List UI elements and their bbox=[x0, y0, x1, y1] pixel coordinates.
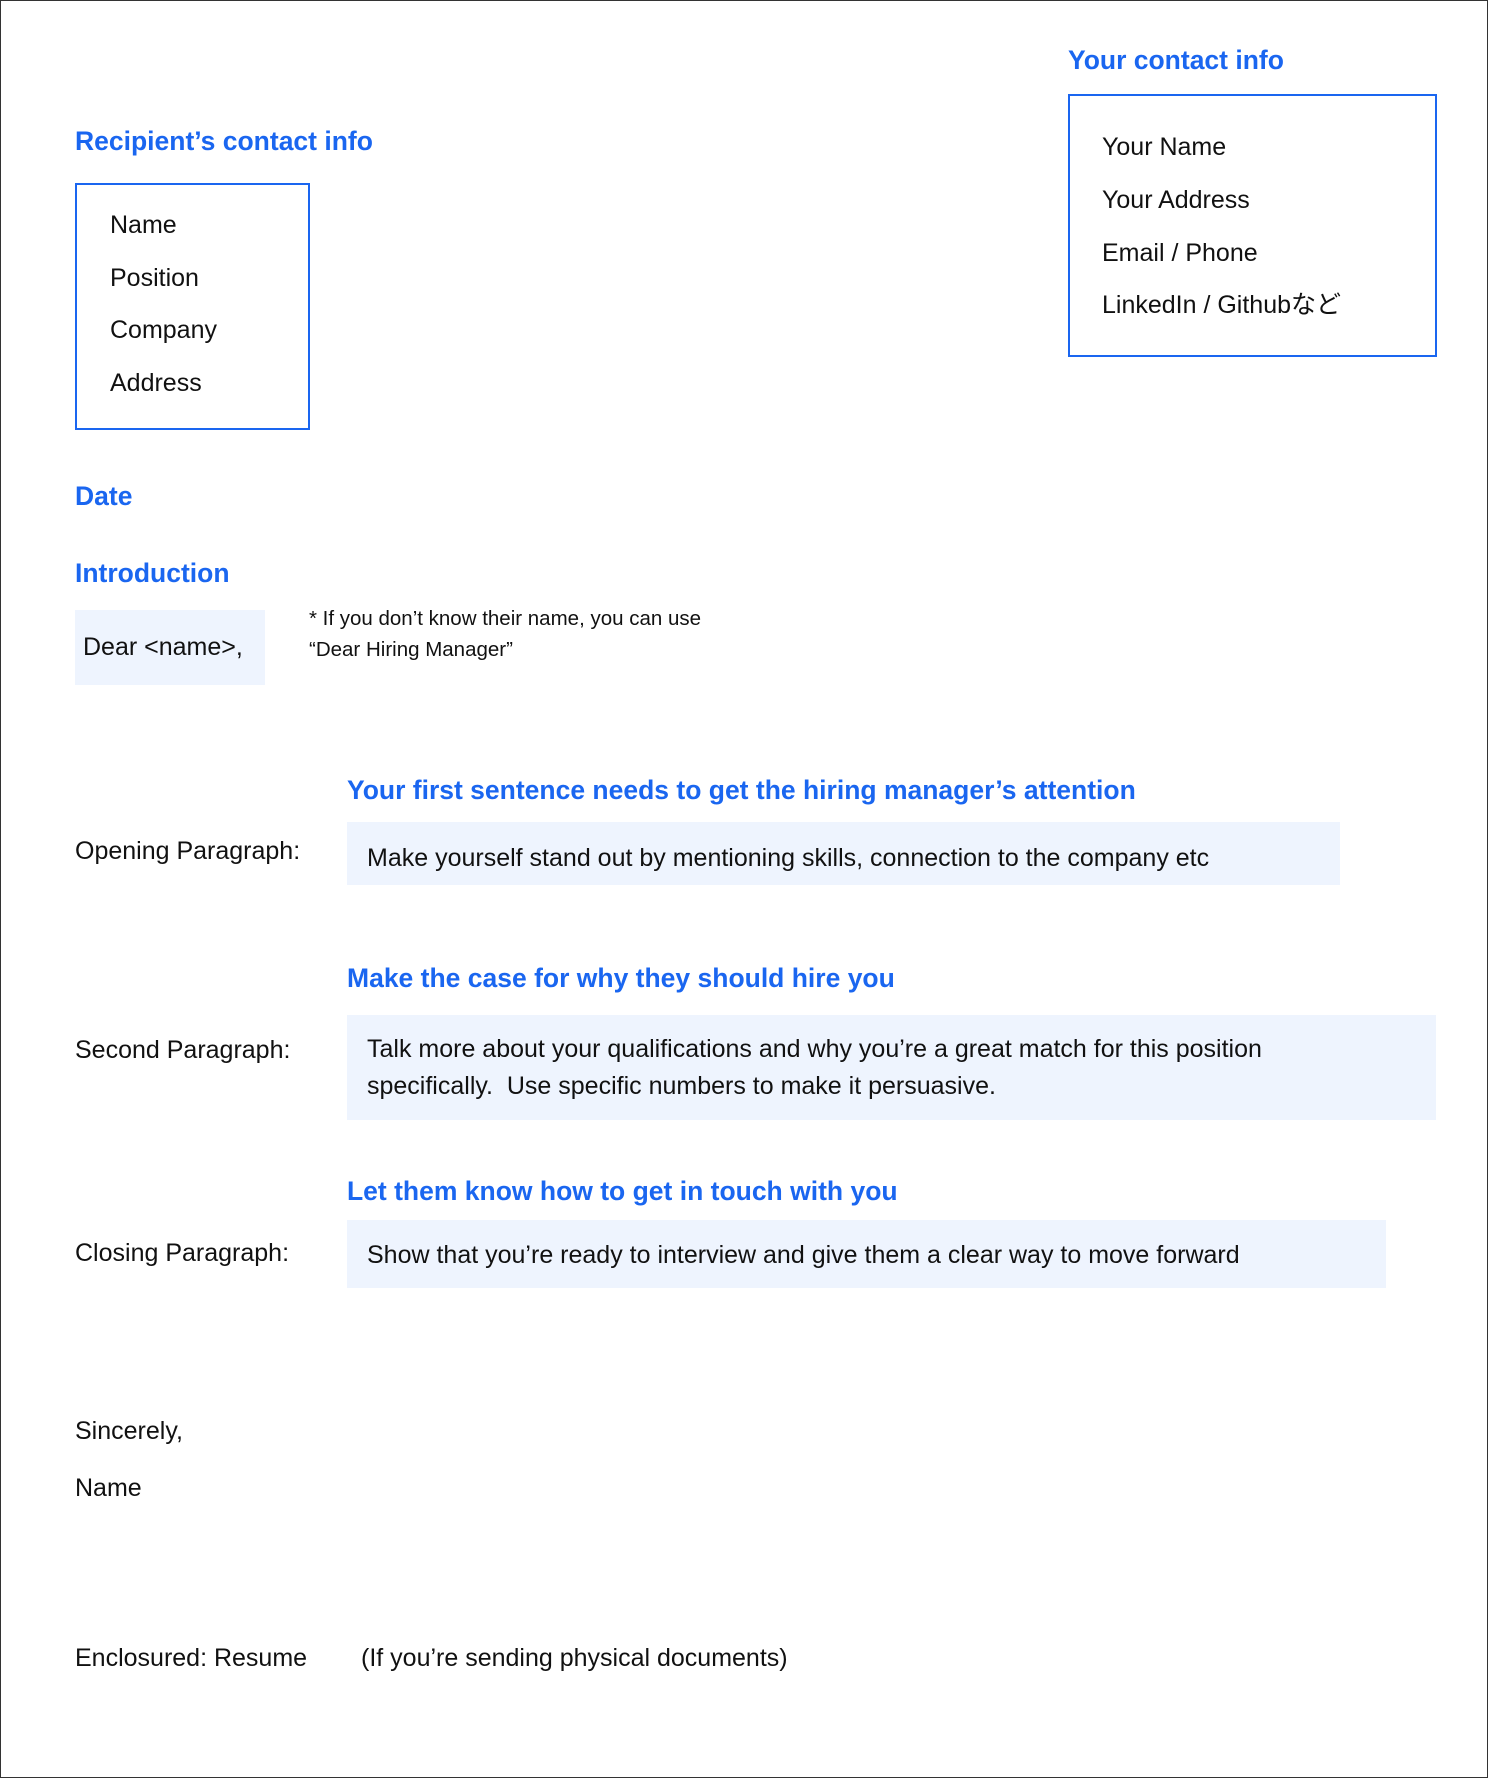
recipient-address-line: Address bbox=[110, 369, 202, 397]
enclosure-note: (If you’re sending physical documents) bbox=[361, 1644, 788, 1672]
recipient-contact-heading: Recipient’s contact info bbox=[75, 126, 373, 156]
your-contact-heading: Your contact info bbox=[1068, 45, 1284, 75]
second-paragraph-tip: Make the case for why they should hire y… bbox=[347, 963, 895, 993]
date-heading: Date bbox=[75, 481, 133, 511]
opening-paragraph-content: Make yourself stand out by mentioning sk… bbox=[367, 844, 1210, 872]
recipient-name-line: Name bbox=[110, 211, 177, 239]
opening-paragraph-box: Make yourself stand out by mentioning sk… bbox=[347, 822, 1340, 885]
closing-paragraph-box: Show that you’re ready to interview and … bbox=[347, 1220, 1386, 1288]
recipient-position-line: Position bbox=[110, 264, 199, 292]
second-paragraph-box: Talk more about your qualifications and … bbox=[347, 1015, 1436, 1120]
enclosure-label: Enclosured: Resume bbox=[75, 1644, 308, 1672]
recipient-company-line: Company bbox=[110, 316, 217, 344]
salutation-note-line1: * If you don’t know their name, you can … bbox=[309, 607, 702, 630]
your-linkedin-github-line: LinkedIn / Githubなど bbox=[1102, 291, 1342, 319]
second-paragraph-content-line2: specifically. Use specific numbers to ma… bbox=[367, 1072, 996, 1100]
closing-paragraph-content: Show that you’re ready to interview and … bbox=[367, 1241, 1240, 1269]
your-address-line: Your Address bbox=[1102, 186, 1250, 214]
salutation-text: Dear <name>, bbox=[83, 633, 243, 661]
closing-paragraph-label: Closing Paragraph: bbox=[75, 1239, 290, 1267]
recipient-contact-box: Name Position Company Address bbox=[75, 183, 310, 430]
opening-paragraph-label: Opening Paragraph: bbox=[75, 837, 301, 865]
salutation-note-line2: “Dear Hiring Manager” bbox=[309, 638, 513, 661]
second-paragraph-label: Second Paragraph: bbox=[75, 1036, 291, 1064]
second-paragraph-content-line1: Talk more about your qualifications and … bbox=[367, 1035, 1262, 1063]
your-name-line: Your Name bbox=[1102, 133, 1227, 161]
signoff-closing: Sincerely, bbox=[75, 1417, 183, 1445]
your-contact-box: Your Name Your Address Email / Phone Lin… bbox=[1068, 94, 1437, 357]
your-email-phone-line: Email / Phone bbox=[1102, 239, 1258, 267]
salutation-box: Dear <name>, bbox=[75, 610, 265, 685]
signoff-name: Name bbox=[75, 1474, 142, 1502]
opening-paragraph-tip: Your first sentence needs to get the hir… bbox=[347, 775, 1136, 805]
closing-paragraph-tip: Let them know how to get in touch with y… bbox=[347, 1176, 898, 1206]
introduction-heading: Introduction bbox=[75, 558, 230, 588]
